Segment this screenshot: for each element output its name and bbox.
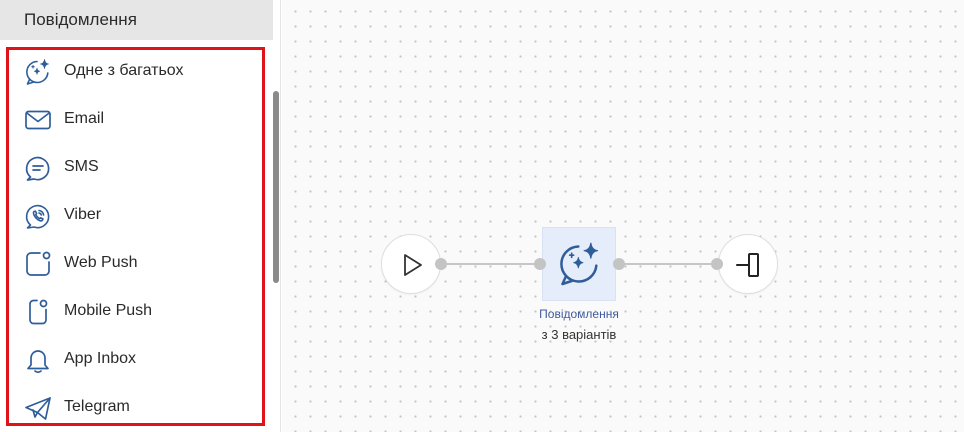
- paper-plane-icon: [23, 393, 53, 423]
- start-node[interactable]: [381, 234, 441, 294]
- flow-canvas[interactable]: [282, 0, 964, 432]
- channel-label: Web Push: [64, 254, 138, 271]
- panel-title: Повідомлення: [0, 0, 273, 40]
- channel-label: Telegram: [64, 398, 130, 415]
- channel-label: Mobile Push: [64, 302, 153, 319]
- mobile-push-icon: [23, 297, 53, 327]
- chat-bubble-icon: [23, 153, 53, 183]
- channels-panel: Повідомлення Одне з багатьох Email SMS V…: [0, 0, 281, 432]
- input-port[interactable]: [711, 258, 723, 270]
- channel-item-email[interactable]: Email: [9, 99, 262, 139]
- sparkle-chat-icon: [560, 242, 599, 286]
- sparkle-chat-icon: [23, 57, 53, 87]
- channel-label: App Inbox: [64, 350, 137, 367]
- end-node[interactable]: [718, 234, 778, 294]
- play-icon: [404, 254, 422, 276]
- channel-item-one-of-many[interactable]: Одне з багатьох: [9, 51, 262, 91]
- channel-label: Одне з багатьох: [64, 62, 184, 79]
- channel-item-mobile-push[interactable]: Mobile Push: [9, 291, 262, 331]
- channel-list: Одне з багатьох Email SMS Viber Web Push…: [6, 47, 265, 426]
- channel-item-web-push[interactable]: Web Push: [9, 243, 262, 283]
- bell-icon: [23, 345, 53, 375]
- channel-item-app-inbox[interactable]: App Inbox: [9, 339, 262, 379]
- channel-label: Viber: [64, 206, 102, 223]
- connector-line: [441, 263, 540, 265]
- channel-item-sms[interactable]: SMS: [9, 147, 262, 187]
- viber-icon: [23, 201, 53, 231]
- output-port[interactable]: [613, 258, 625, 270]
- channel-item-viber[interactable]: Viber: [9, 195, 262, 235]
- channel-label: SMS: [64, 158, 99, 175]
- input-port[interactable]: [534, 258, 546, 270]
- output-port[interactable]: [435, 258, 447, 270]
- channel-label: Email: [64, 110, 105, 127]
- channel-item-telegram[interactable]: Telegram: [9, 387, 262, 423]
- node-title: Повідомлення: [539, 307, 619, 321]
- panel-scrollbar[interactable]: [273, 91, 279, 283]
- message-node[interactable]: [542, 227, 616, 301]
- web-push-icon: [23, 249, 53, 279]
- envelope-icon: [23, 105, 53, 135]
- connector-line: [619, 263, 718, 265]
- node-subtitle: з 3 варіантів: [541, 327, 617, 342]
- exit-icon: [736, 253, 759, 277]
